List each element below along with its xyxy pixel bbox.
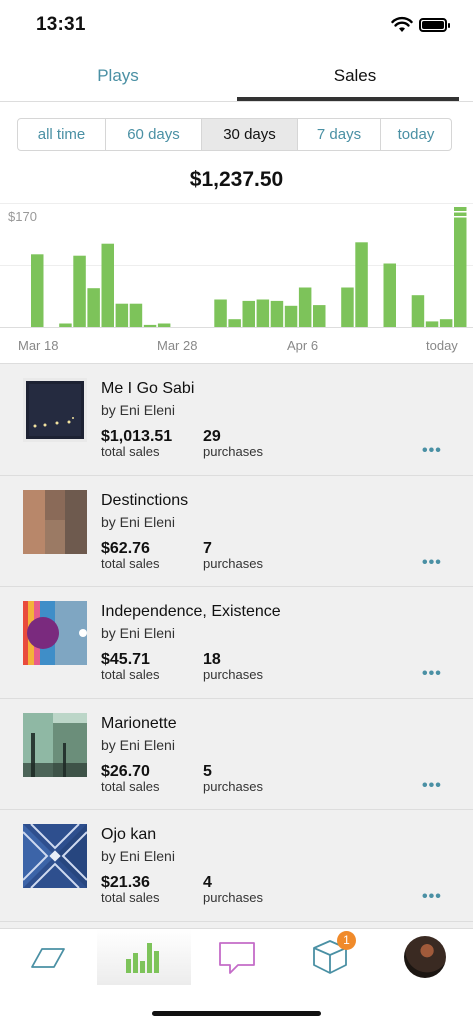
stats-icon [126, 943, 159, 973]
sales-bar-chart [0, 203, 473, 328]
tab-stats[interactable] [97, 929, 191, 985]
tab-orders[interactable]: 1 [283, 929, 377, 985]
more-options-button[interactable]: ••• [422, 554, 442, 572]
chart-bar [214, 299, 227, 327]
chart-bar [383, 263, 396, 327]
album-art-icon [23, 489, 87, 554]
chart-bar [284, 305, 298, 327]
status-bar: 13:31 [0, 0, 473, 50]
range-today[interactable]: today [381, 119, 451, 150]
chart-bar [242, 300, 255, 327]
home-indicator [152, 1011, 321, 1016]
release-title: Destinctions [101, 491, 189, 509]
total-sales-label: total sales [101, 444, 160, 459]
tab-plays[interactable]: Plays [0, 52, 236, 102]
feed-icon [31, 948, 65, 968]
chart-bar [425, 321, 439, 327]
total-sales-label: total sales [101, 555, 160, 571]
sales-chart: $170 Mar 18 Mar 28 Apr 6 today [0, 203, 473, 363]
chart-bar [157, 323, 171, 327]
purchases-label: purchases [203, 444, 263, 459]
list-item[interactable]: Marionette by Eni Eleni $26.70 total sal… [0, 698, 473, 810]
profile-avatar [404, 936, 446, 978]
range-all-time[interactable]: all time [18, 119, 106, 150]
list-item[interactable]: Ojo kan by Eni Eleni $21.36 total sales … [0, 810, 473, 922]
time-range-selector: all time 60 days 30 days 7 days today [17, 118, 452, 151]
list-item[interactable]: Me I Go Sabi by Eni Eleni $1,013.51 tota… [0, 364, 473, 476]
chart-bar [31, 254, 44, 327]
release-title: Marionette [101, 714, 177, 732]
tab-feed[interactable] [0, 929, 94, 985]
chart-bar [411, 295, 425, 327]
x-tick-label: Apr 6 [287, 338, 319, 353]
chart-bar [115, 303, 129, 327]
x-tick-label: Mar 18 [18, 338, 59, 353]
release-title: Independence, Existence [101, 603, 281, 620]
chart-bar [256, 299, 270, 327]
orders-badge: 1 [337, 931, 356, 950]
release-artist: by Eni Eleni [101, 848, 175, 864]
chart-bar [270, 300, 284, 327]
overflow-marker [454, 216, 467, 218]
tab-sales[interactable]: Sales [237, 52, 473, 102]
release-list: Me I Go Sabi by Eni Eleni $1,013.51 tota… [0, 363, 473, 928]
album-art-icon [23, 824, 87, 888]
album-art-icon [23, 378, 87, 442]
messages-icon [219, 942, 255, 974]
more-options-button[interactable]: ••• [422, 665, 442, 683]
tab-profile[interactable] [379, 929, 473, 985]
release-title: Ojo kan [101, 826, 157, 843]
chart-bar [313, 305, 326, 327]
x-tick-label: Mar 28 [157, 338, 198, 353]
purchases-label: purchases [203, 890, 263, 905]
chart-bar [87, 288, 100, 327]
release-artist: by Eni Eleni [101, 513, 175, 530]
total-sales-label: total sales [101, 890, 160, 905]
list-item[interactable]: Independence, Existence by Eni Eleni $45… [0, 587, 473, 699]
x-tick-label: today [426, 338, 458, 353]
chart-bar [101, 243, 114, 327]
chart-bar [454, 207, 467, 327]
more-options-button[interactable]: ••• [422, 888, 442, 906]
total-sales-label: total sales [101, 778, 160, 794]
purchases-label: purchases [203, 667, 263, 682]
album-art-icon [23, 712, 87, 777]
chart-bar [439, 319, 453, 327]
chart-bar [298, 287, 312, 327]
status-time: 13:31 [36, 14, 86, 35]
total-sales-amount: $1,237.50 [189, 168, 284, 191]
y-axis-max-label: $170 [8, 209, 37, 224]
release-artist: by Eni Eleni [101, 625, 175, 641]
overflow-marker [454, 211, 467, 213]
top-tabs: Plays Sales [0, 52, 473, 102]
list-item[interactable]: Destinctions by Eni Eleni $62.76 total s… [0, 475, 473, 587]
total-sales-label: total sales [101, 667, 160, 682]
chart-bar [59, 323, 72, 327]
chart-bar [355, 242, 368, 327]
bottom-tab-bar: 1 [0, 928, 473, 1024]
purchases-label: purchases [203, 778, 263, 794]
battery-icon [419, 18, 450, 32]
range-60-days[interactable]: 60 days [106, 119, 202, 150]
range-30-days[interactable]: 30 days [202, 119, 298, 150]
chart-bar [341, 287, 354, 327]
tab-messages[interactable] [190, 929, 284, 985]
chart-bar [143, 324, 157, 327]
chart-bar [228, 319, 241, 327]
purchases-label: purchases [203, 555, 263, 571]
release-artist: by Eni Eleni [101, 402, 175, 418]
release-title: Me I Go Sabi [101, 380, 195, 397]
more-options-button[interactable]: ••• [422, 777, 442, 795]
wifi-icon [391, 16, 413, 32]
active-tab-indicator [237, 97, 459, 101]
release-artist: by Eni Eleni [101, 736, 175, 753]
album-art-icon [23, 601, 87, 665]
more-options-button[interactable]: ••• [422, 442, 442, 460]
range-7-days[interactable]: 7 days [298, 119, 381, 150]
chart-bar [73, 255, 86, 327]
chart-bar [129, 303, 143, 327]
